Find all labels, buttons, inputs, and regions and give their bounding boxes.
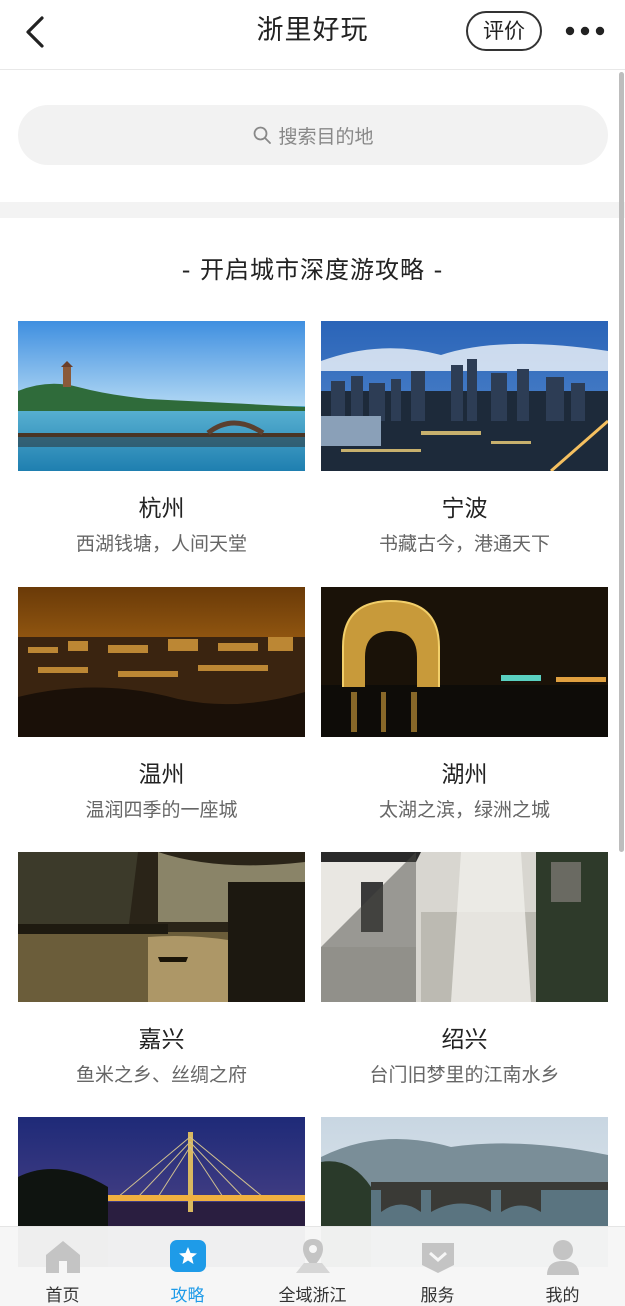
tab-guide[interactable]: 攻略: [125, 1227, 250, 1306]
city-tagline: 台门旧梦里的江南水乡: [369, 1064, 560, 1086]
tab-label: 首页: [45, 1286, 80, 1306]
city-image-wenzhou: [18, 587, 305, 737]
city-tagline: 鱼米之乡、丝绸之府: [75, 1064, 247, 1086]
city-image-shaoxing: [321, 852, 608, 1002]
search-icon: [252, 125, 272, 145]
city-name: 嘉兴: [138, 1027, 185, 1053]
city-name: 宁波: [441, 496, 488, 522]
search-area: 搜索目的地: [0, 70, 625, 202]
more-options-icon[interactable]: [563, 20, 607, 42]
scrollbar[interactable]: [619, 72, 624, 852]
tab-label: 攻略: [170, 1286, 205, 1306]
guide-icon: [167, 1235, 209, 1277]
tab-home[interactable]: 首页: [0, 1227, 125, 1306]
tab-mine[interactable]: 我的: [500, 1227, 625, 1306]
map-pin-icon: [292, 1235, 334, 1277]
home-icon: [42, 1235, 84, 1277]
city-tagline: 温润四季的一座城: [85, 799, 238, 821]
bottom-tab-bar: 首页 攻略 全域浙江 服务 我的: [0, 1226, 625, 1306]
tab-label: 服务: [420, 1286, 455, 1306]
city-name: 湖州: [441, 762, 488, 788]
rate-button[interactable]: 评价: [466, 11, 542, 51]
city-name: 绍兴: [441, 1027, 488, 1053]
city-tagline: 西湖钱塘，人间天堂: [75, 533, 247, 555]
city-tagline: 太湖之滨，绿洲之城: [378, 799, 550, 821]
city-image-huzhou: [321, 587, 608, 737]
tab-label: 我的: [545, 1286, 580, 1306]
profile-icon: [542, 1235, 584, 1277]
city-image-ningbo: [321, 321, 608, 471]
tab-label: 全域浙江: [278, 1286, 347, 1306]
tab-all-zhejiang[interactable]: 全域浙江: [250, 1227, 375, 1306]
section-title: - 开启城市深度游攻略 -: [181, 256, 444, 284]
section-divider: [0, 202, 625, 218]
city-tagline: 书藏古今，港通天下: [378, 533, 550, 555]
city-image-hangzhou: [18, 321, 305, 471]
top-bar: 浙里好玩 评价: [0, 0, 625, 70]
service-icon: [417, 1235, 459, 1277]
search-placeholder: 搜索目的地: [278, 125, 374, 148]
city-image-jiaxing: [18, 852, 305, 1002]
tab-service[interactable]: 服务: [375, 1227, 500, 1306]
city-name: 杭州: [138, 496, 185, 522]
city-name: 温州: [138, 762, 185, 788]
search-input[interactable]: 搜索目的地: [18, 105, 608, 165]
